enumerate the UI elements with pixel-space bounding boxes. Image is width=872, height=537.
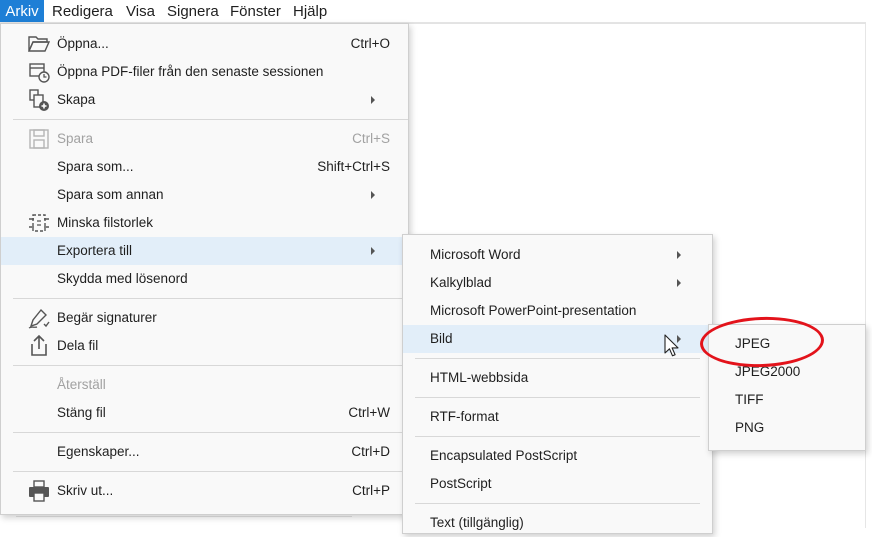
menu-item-save-as-other[interactable]: Spara som annan bbox=[1, 181, 408, 209]
menu-bar: Arkiv Redigera Visa Signera Fönster Hjäl… bbox=[0, 0, 866, 23]
folder-open-icon bbox=[27, 32, 51, 56]
mouse-cursor-icon bbox=[664, 334, 680, 358]
submenu-arrow-icon bbox=[677, 251, 681, 259]
share-upload-icon bbox=[27, 334, 51, 358]
submenu-arrow-icon bbox=[677, 279, 681, 287]
menu-item-reduce-size[interactable]: Minska filstorlek bbox=[1, 209, 408, 237]
menu-hjalp[interactable]: Hjälp bbox=[293, 0, 327, 22]
export-item-postscript[interactable]: PostScript bbox=[403, 470, 712, 498]
printer-icon bbox=[27, 479, 51, 503]
menu-item-open[interactable]: Öppna... Ctrl+O bbox=[1, 30, 408, 58]
menu-separator bbox=[13, 365, 408, 366]
image-item-png[interactable]: PNG bbox=[709, 414, 865, 442]
signature-pen-icon bbox=[27, 306, 51, 330]
menu-item-protect-password[interactable]: Skydda med lösenord bbox=[1, 265, 408, 293]
menu-item-close-file[interactable]: Stäng fil Ctrl+W bbox=[1, 399, 408, 427]
menu-item-save-as[interactable]: Spara som... Shift+Ctrl+S bbox=[1, 153, 408, 181]
image-item-jpeg2000[interactable]: JPEG2000 bbox=[709, 358, 865, 386]
export-item-word[interactable]: Microsoft Word bbox=[403, 241, 712, 269]
recent-files-icon bbox=[27, 60, 51, 84]
menu-separator bbox=[415, 358, 700, 359]
export-item-spreadsheet[interactable]: Kalkylblad bbox=[403, 269, 712, 297]
menu-item-save: Spara Ctrl+S bbox=[1, 125, 408, 153]
menu-item-request-signatures[interactable]: Begär signaturer bbox=[1, 304, 408, 332]
create-pdf-icon bbox=[27, 88, 51, 112]
menu-item-export-to[interactable]: Exportera till bbox=[1, 237, 408, 265]
menu-fonster[interactable]: Fönster bbox=[230, 0, 281, 22]
save-disk-icon bbox=[27, 127, 51, 151]
bottom-strip bbox=[16, 516, 352, 529]
export-item-powerpoint[interactable]: Microsoft PowerPoint-presentation bbox=[403, 297, 712, 325]
image-format-submenu: JPEG JPEG2000 TIFF PNG bbox=[708, 324, 866, 451]
export-submenu: Microsoft Word Kalkylblad Microsoft Powe… bbox=[402, 234, 713, 534]
menu-redigera[interactable]: Redigera bbox=[52, 0, 113, 22]
menu-separator bbox=[415, 397, 700, 398]
menu-visa[interactable]: Visa bbox=[126, 0, 155, 22]
menu-separator bbox=[13, 432, 408, 433]
menu-separator bbox=[13, 298, 408, 299]
image-item-jpeg[interactable]: JPEG bbox=[709, 330, 865, 358]
menu-item-share-file[interactable]: Dela fil bbox=[1, 332, 408, 360]
menu-separator bbox=[13, 471, 408, 472]
menu-signera[interactable]: Signera bbox=[167, 0, 219, 22]
menu-item-open-pdf-session[interactable]: Öppna PDF-filer från den senaste session… bbox=[1, 58, 408, 86]
export-item-rtf[interactable]: RTF-format bbox=[403, 403, 712, 431]
menu-item-create[interactable]: Skapa bbox=[1, 86, 408, 114]
menu-item-print[interactable]: Skriv ut... Ctrl+P bbox=[1, 477, 408, 505]
menu-separator bbox=[13, 119, 408, 120]
toolbar-divider bbox=[402, 23, 866, 24]
menu-item-properties[interactable]: Egenskaper... Ctrl+D bbox=[1, 438, 408, 466]
compress-icon bbox=[27, 211, 51, 235]
document-border bbox=[865, 24, 866, 528]
export-item-text[interactable]: Text (tillgänglig) bbox=[403, 509, 712, 537]
export-item-eps[interactable]: Encapsulated PostScript bbox=[403, 442, 712, 470]
menu-item-revert: Återställ bbox=[57, 377, 106, 392]
submenu-arrow-icon bbox=[371, 247, 375, 255]
menu-separator bbox=[415, 436, 700, 437]
menu-separator bbox=[415, 503, 700, 504]
image-item-tiff[interactable]: TIFF bbox=[709, 386, 865, 414]
arkiv-menu: Öppna... Ctrl+O Öppna PDF-filer från den… bbox=[0, 23, 409, 515]
submenu-arrow-icon bbox=[371, 96, 375, 104]
menu-arkiv[interactable]: Arkiv bbox=[0, 0, 44, 22]
export-item-html[interactable]: HTML-webbsida bbox=[403, 364, 712, 392]
submenu-arrow-icon bbox=[371, 191, 375, 199]
